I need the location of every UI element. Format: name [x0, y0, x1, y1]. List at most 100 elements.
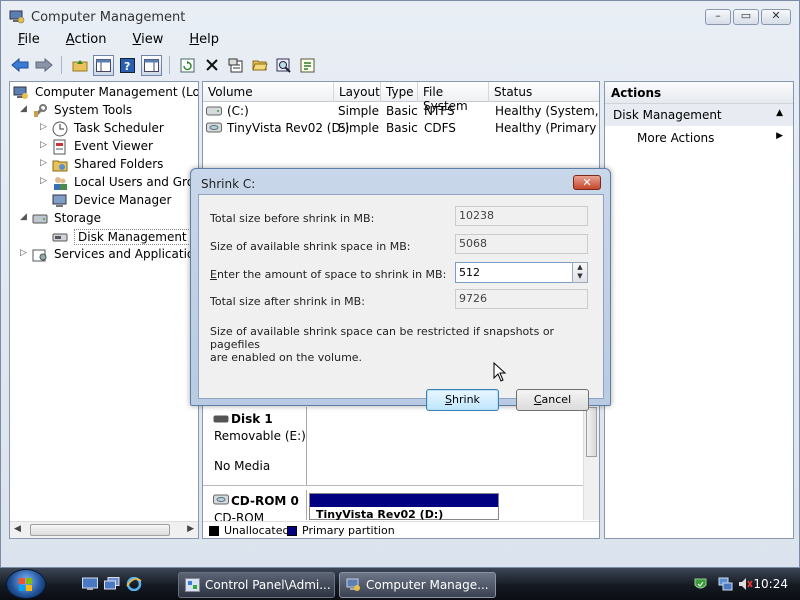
- internet-explorer-icon[interactable]: [126, 577, 142, 591]
- cdrom-0-label[interactable]: CD-ROM 0 CD-ROM: [207, 490, 307, 525]
- dialog-close-button[interactable]: ✕: [573, 175, 601, 190]
- column-header-layout[interactable]: Layout: [334, 82, 381, 102]
- unallocated-swatch: [209, 526, 219, 536]
- refresh-button[interactable]: [177, 55, 198, 76]
- available-space-field: 5068: [455, 234, 588, 254]
- security-center-icon[interactable]: [693, 577, 708, 591]
- dialog-body: Total size before shrink in MB: 10238 Si…: [198, 194, 604, 411]
- menu-view-rest: iew: [141, 32, 164, 47]
- disk-map-vertical-scrollbar[interactable]: [583, 407, 599, 520]
- volume-name: (C:): [227, 104, 249, 118]
- show-hide-console-tree-button[interactable]: [93, 54, 114, 76]
- tree-item-system-tools[interactable]: ◢ System Tools: [20, 102, 198, 120]
- forward-button[interactable]: [33, 55, 54, 76]
- volume-status: Healthy (System, Bo: [495, 104, 599, 118]
- scroll-right-icon[interactable]: ▶: [187, 524, 194, 534]
- network-icon[interactable]: [718, 577, 733, 591]
- cd-drive-icon: [206, 122, 222, 133]
- switch-windows-icon[interactable]: [104, 577, 120, 591]
- tree-item-device-manager[interactable]: Device Manager: [40, 192, 198, 210]
- spin-up-icon[interactable]: ▲: [573, 263, 587, 272]
- shrink-amount-spinner[interactable]: ▲ ▼: [572, 262, 588, 283]
- shrink-amount-input[interactable]: 512: [455, 262, 573, 283]
- tree-item-shared-folders[interactable]: ▷ Shared Folders: [40, 156, 198, 174]
- scroll-thumb[interactable]: [30, 524, 170, 536]
- close-button[interactable]: ✕: [761, 9, 791, 25]
- search-button[interactable]: [273, 55, 294, 76]
- cancel-hotkey: C: [533, 393, 542, 406]
- minimize-button[interactable]: –: [705, 9, 731, 25]
- volume-file-system: NTFS: [424, 104, 455, 118]
- tree-item-disk-management[interactable]: Disk Management: [40, 228, 198, 246]
- menu-view-hotkey: V: [132, 32, 142, 47]
- storage-icon: [32, 214, 48, 224]
- expand-triangle-icon: ▷: [20, 248, 27, 258]
- properties-button[interactable]: [225, 55, 246, 76]
- collapse-triangle-icon: ◢: [20, 104, 27, 114]
- show-desktop-icon[interactable]: [82, 577, 98, 591]
- tree-label: Device Manager: [74, 193, 172, 207]
- clock-icon: [52, 121, 68, 137]
- tree-horizontal-scrollbar[interactable]: ◀ ▶: [10, 521, 198, 538]
- menu-file[interactable]: File: [1, 31, 49, 51]
- scroll-left-icon[interactable]: ◀: [14, 524, 21, 534]
- shrink-button[interactable]: Shrink: [426, 389, 499, 411]
- column-header-file-system[interactable]: File System: [418, 82, 489, 113]
- tree-item-services-applications[interactable]: ▷ Services and Applications: [20, 246, 198, 264]
- toolbar-separator: [169, 56, 170, 74]
- cdrom-partition[interactable]: TinyVista Rev02 (D:): [309, 493, 499, 521]
- mouse-cursor-icon: [493, 362, 507, 382]
- column-header-type[interactable]: Type: [381, 82, 418, 102]
- tree-item-task-scheduler[interactable]: ▷ Task Scheduler: [40, 120, 198, 138]
- event-viewer-icon: [53, 139, 66, 155]
- more-actions-item[interactable]: More Actions ▶: [605, 126, 793, 148]
- table-row[interactable]: TinyVista Rev02 (D:) Simple Basic CDFS H…: [203, 120, 599, 137]
- table-row[interactable]: (C:) Simple Basic NTFS Healthy (System, …: [203, 103, 599, 120]
- tree-item-event-viewer[interactable]: ▷ Event Viewer: [40, 138, 198, 156]
- tree-item-root[interactable]: Computer Management (Local: [13, 84, 198, 102]
- shrink-button-label: hrink: [452, 393, 480, 406]
- menu-view[interactable]: View: [116, 31, 173, 51]
- shared-folder-icon: [52, 160, 68, 172]
- tree-item-storage[interactable]: ◢ Storage: [20, 210, 198, 228]
- start-button[interactable]: [6, 569, 46, 599]
- computer-management-icon: [9, 10, 25, 24]
- menu-help[interactable]: Help: [172, 31, 228, 51]
- volume-muted-icon[interactable]: [738, 577, 753, 591]
- tree-item-local-users-groups[interactable]: ▷ Local Users and Groups: [40, 174, 198, 192]
- menu-help-rest: elp: [199, 32, 220, 47]
- column-header-status[interactable]: Status: [489, 82, 599, 102]
- maximize-button[interactable]: ▭: [733, 9, 759, 25]
- spin-down-icon[interactable]: ▼: [573, 272, 587, 281]
- volume-layout: Simple: [338, 104, 379, 118]
- toolbar: ?: [1, 52, 799, 78]
- help-icon: ?: [120, 57, 135, 73]
- menu-action[interactable]: Action: [49, 31, 116, 51]
- volume-type: Basic: [386, 104, 418, 118]
- taskbar-button-computer-management[interactable]: Computer Manage...: [339, 572, 496, 598]
- export-list-button[interactable]: [297, 55, 318, 76]
- delete-button[interactable]: [201, 55, 222, 76]
- back-button[interactable]: [9, 55, 30, 76]
- actions-section-label: Disk Management: [613, 108, 722, 122]
- system-clock[interactable]: 10:24: [753, 577, 788, 591]
- title-bar[interactable]: Computer Management – ▭ ✕: [1, 1, 799, 31]
- volume-file-system: CDFS: [424, 121, 456, 135]
- disk-1-label[interactable]: Disk 1 Removable (E:) No Media: [207, 407, 307, 485]
- help-button[interactable]: ?: [117, 55, 138, 76]
- disk-divider: [203, 485, 585, 486]
- tree-label: Event Viewer: [74, 139, 153, 153]
- taskbar-button-control-panel[interactable]: Control Panel\Admi...: [178, 572, 335, 598]
- cd-drive-icon: [213, 494, 229, 505]
- collapse-triangle-icon: ◢: [20, 212, 27, 222]
- refresh-icon: [180, 58, 195, 72]
- cancel-button[interactable]: Cancel: [516, 389, 589, 411]
- scroll-thumb[interactable]: [586, 407, 597, 457]
- column-header-volume[interactable]: Volume: [203, 82, 334, 102]
- open-button[interactable]: [249, 55, 270, 76]
- actions-section-disk-management[interactable]: Disk Management ▲: [605, 104, 793, 126]
- submenu-arrow-icon: ▶: [776, 131, 783, 141]
- show-hide-action-pane-button[interactable]: [141, 54, 162, 76]
- up-one-level-button[interactable]: [69, 55, 90, 76]
- taskbar-button-label: Computer Manage...: [366, 578, 489, 592]
